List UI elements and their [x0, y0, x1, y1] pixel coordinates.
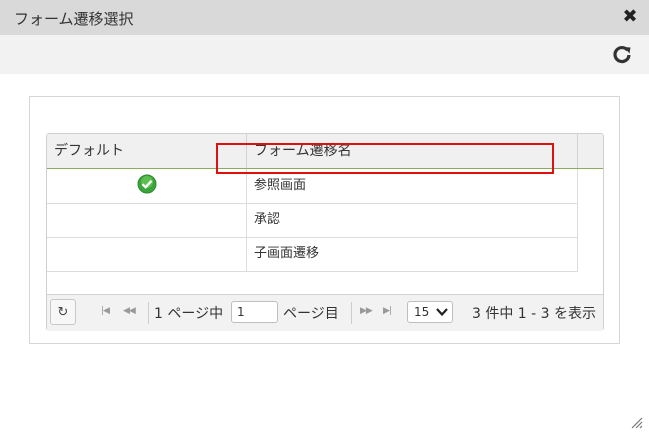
page-suffix: ページ目	[283, 306, 339, 322]
record-info: 3 件中 1 - 3 を表示	[471, 306, 596, 322]
pager-separator	[148, 302, 149, 324]
dialog-title: フォーム遷移選択	[14, 10, 134, 28]
default-cell	[47, 237, 247, 271]
form-transition-dialog: フォーム遷移選択 ✖ デフォルト フォーム遷移名 参照画面 承認 子画面遷移 ↻…	[0, 0, 649, 433]
page-number-input[interactable]: 1	[231, 301, 278, 323]
close-icon[interactable]: ✖	[620, 6, 640, 28]
page-size-value: 15	[414, 305, 430, 319]
table-row[interactable]: 承認	[47, 203, 578, 238]
name-cell: 承認	[247, 203, 578, 237]
name-cell: 子画面遷移	[247, 237, 578, 271]
refresh-button[interactable]: ↻	[50, 299, 76, 325]
next-page-icon[interactable]: ▶▶	[360, 306, 373, 316]
default-cell	[47, 169, 247, 203]
name-cell: 参照画面	[247, 169, 578, 203]
table-row[interactable]: 参照画面	[47, 169, 578, 204]
chevron-down-icon	[436, 308, 448, 317]
first-page-icon[interactable]: |◀	[101, 306, 110, 316]
table-row[interactable]: 子画面遷移	[47, 237, 578, 272]
page-prefix: 1 ページ中	[154, 306, 224, 322]
selection-highlight	[216, 143, 554, 174]
grid-pager: ↻ |◀ ◀◀ 1 ページ中 1 ページ目 ▶▶ ▶| 15 3 件中 1 - …	[47, 294, 603, 331]
pager-separator	[351, 302, 352, 324]
dialog-titlebar: フォーム遷移選択 ✖	[0, 0, 649, 35]
prev-page-icon[interactable]: ◀◀	[123, 306, 136, 316]
reload-icon[interactable]	[611, 44, 633, 66]
dialog-toolbar	[0, 35, 649, 74]
page-size-select[interactable]: 15	[407, 301, 453, 323]
resize-handle-icon[interactable]	[629, 415, 643, 429]
default-cell	[47, 203, 247, 237]
content-panel: デフォルト フォーム遷移名 参照画面 承認 子画面遷移 ↻ |◀ ◀◀ 1 ペー…	[29, 96, 620, 344]
check-icon	[137, 174, 156, 194]
last-page-icon[interactable]: ▶|	[383, 306, 392, 316]
